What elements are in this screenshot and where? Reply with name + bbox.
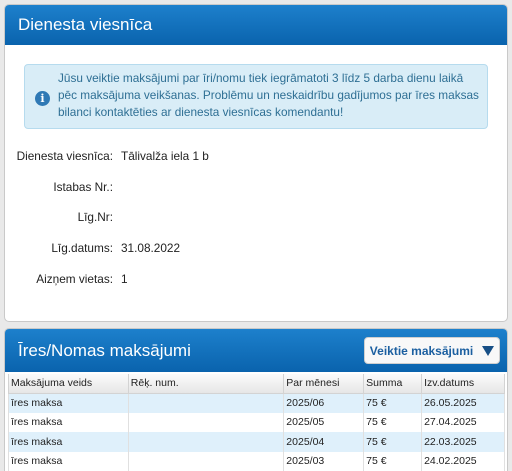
field-label: Istabas Nr.: [53, 180, 113, 194]
payments-panel-header: Īres/Nomas maksājumi Veiktie maksājumi [5, 329, 507, 372]
field-dormitory: Dienesta viesnīca: Tālivalža iela 1 b [5, 149, 507, 165]
cell-amount: 75 € [363, 393, 423, 413]
cell-month: 2025/05 [283, 412, 365, 432]
cell-invoice-number [127, 412, 285, 432]
cell-amount: 75 € [363, 412, 423, 432]
field-label: Līg.Nr: [77, 210, 113, 224]
dropdown-label: Veiktie maksājumi [369, 343, 474, 358]
payment-info-text: Jūsu veiktie maksājumi par īri/nomu tiek… [58, 71, 479, 119]
cell-payment-type: īres maksa [8, 393, 129, 413]
payments-filter-dropdown[interactable]: Veiktie maksājumi [364, 337, 500, 364]
field-contract-number: Līg.Nr: [5, 210, 507, 226]
info-icon: i [35, 91, 50, 106]
cell-date: 24.02.2025 [421, 451, 505, 471]
column-header-amount[interactable]: Summa [363, 374, 423, 394]
field-label: Līg.datums: [51, 241, 113, 255]
field-room-number: Istabas Nr.: [5, 180, 507, 196]
caret-down-icon [482, 345, 495, 356]
cell-month: 2025/03 [283, 451, 365, 471]
dormitory-panel-title: Dienesta viesnīca [18, 15, 153, 34]
table-header-row: Maksājuma veids Rēķ. num. Par mēnesi Sum… [8, 374, 505, 394]
table-row[interactable]: īres maksa 2025/03 75 € 24.02.2025 [8, 451, 505, 471]
field-value: Tālivalža iela 1 b [121, 149, 209, 163]
field-label: Dienesta viesnīca: [16, 149, 113, 163]
table-row[interactable]: īres maksa 2025/04 75 € 22.03.2025 [8, 432, 505, 452]
cell-invoice-number [127, 451, 285, 471]
cell-payment-type: īres maksa [8, 412, 129, 432]
table-row[interactable]: īres maksa 2025/06 75 € 26.05.2025 [8, 393, 505, 413]
cell-invoice-number [127, 393, 285, 413]
column-header-payment-type[interactable]: Maksājuma veids [8, 374, 129, 394]
field-value: 1 [121, 272, 128, 286]
dormitory-panel-header: Dienesta viesnīca [5, 5, 507, 45]
cell-amount: 75 € [363, 432, 423, 452]
cell-month: 2025/04 [283, 432, 365, 452]
field-value: 31.08.2022 [121, 241, 181, 255]
payment-info-alert: i Jūsu veiktie maksājumi par īri/nomu ti… [24, 64, 488, 129]
field-occupied-places: Aizņem vietas: 1 [5, 272, 507, 288]
cell-date: 26.05.2025 [421, 393, 505, 413]
payments-table: Maksājuma veids Rēķ. num. Par mēnesi Sum… [8, 374, 505, 471]
cell-payment-type: īres maksa [8, 451, 129, 471]
cell-invoice-number [127, 432, 285, 452]
column-header-date[interactable]: Izv.datums [421, 374, 505, 394]
column-header-invoice-number[interactable]: Rēķ. num. [127, 374, 285, 394]
cell-date: 27.04.2025 [421, 412, 505, 432]
cell-date: 22.03.2025 [421, 432, 505, 452]
payments-panel: Īres/Nomas maksājumi Veiktie maksājumi M… [4, 328, 508, 471]
column-header-month[interactable]: Par mēnesi [283, 374, 365, 394]
field-label: Aizņem vietas: [36, 272, 113, 286]
field-contract-date: Līg.datums: 31.08.2022 [5, 241, 507, 257]
dormitory-panel: Dienesta viesnīca i Jūsu veiktie maksāju… [4, 4, 508, 322]
payments-panel-title: Īres/Nomas maksājumi [18, 340, 191, 360]
cell-amount: 75 € [363, 451, 423, 471]
table-row[interactable]: īres maksa 2025/05 75 € 27.04.2025 [8, 412, 505, 432]
cell-month: 2025/06 [283, 393, 365, 413]
cell-payment-type: īres maksa [8, 432, 129, 452]
